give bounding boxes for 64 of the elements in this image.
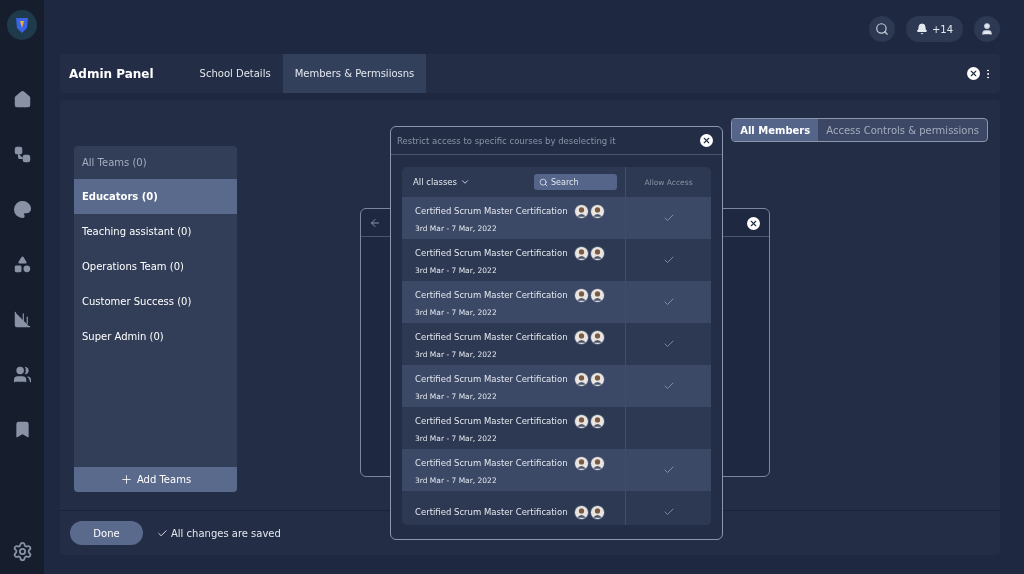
tab[interactable]: School Details: [187, 54, 283, 93]
back-arrow-icon[interactable]: [369, 216, 381, 229]
avatar: [589, 203, 605, 219]
avatar: [589, 371, 605, 387]
check-icon[interactable]: [662, 380, 675, 392]
avatar: [573, 245, 589, 261]
check-icon[interactable]: [662, 506, 675, 518]
course-title: Certified Scrum Master Certification: [415, 507, 568, 517]
plus-icon: [119, 473, 133, 486]
course-title: Certified Scrum Master Certification: [415, 248, 568, 258]
avatar: [573, 371, 589, 387]
toggle-option[interactable]: All Members: [732, 119, 819, 141]
course-title: Certified Scrum Master Certification: [415, 458, 568, 468]
check-icon[interactable]: [662, 296, 675, 308]
avatar: [589, 413, 605, 429]
check-icon[interactable]: [662, 338, 675, 350]
page-title: Admin Panel: [69, 65, 154, 83]
done-button[interactable]: Done: [70, 521, 143, 545]
course-title: Certified Scrum Master Certification: [415, 416, 568, 426]
add-teams-button[interactable]: Add Teams: [74, 467, 237, 492]
avatar: [589, 504, 605, 520]
bell-icon: [915, 23, 928, 35]
teams-header[interactable]: All Teams (0): [74, 146, 237, 179]
settings-icon[interactable]: [11, 540, 33, 562]
team-item[interactable]: Educators (0): [74, 179, 237, 214]
chevron-down-icon: [460, 177, 470, 187]
save-status: All changes are saved: [171, 527, 281, 539]
avatar: [573, 287, 589, 303]
tab[interactable]: Members & Permsiiosns: [282, 54, 427, 93]
team-item[interactable]: Customer Success (0): [74, 284, 237, 319]
close-icon[interactable]: [700, 134, 713, 147]
logo[interactable]: [7, 10, 37, 40]
course-title: Certified Scrum Master Certification: [415, 374, 568, 384]
avatar: [573, 413, 589, 429]
check-icon: [157, 527, 168, 539]
close-icon[interactable]: [747, 217, 760, 230]
avatar: [589, 455, 605, 471]
user-button[interactable]: [974, 16, 1000, 42]
avatar: [573, 504, 589, 520]
avatar: [589, 245, 605, 261]
team-item[interactable]: Super Admin (0): [74, 319, 237, 354]
search-icon: [874, 22, 889, 36]
search-icon: [539, 178, 548, 187]
class-filter[interactable]: All classes: [413, 177, 470, 187]
check-icon[interactable]: [662, 212, 675, 224]
avatar: [573, 455, 589, 471]
search-button[interactable]: [868, 16, 895, 42]
avatar: [589, 287, 605, 303]
close-icon[interactable]: [967, 67, 980, 80]
notifications-button[interactable]: +14: [905, 16, 963, 42]
avatar: [589, 329, 605, 345]
course-title: Certified Scrum Master Certification: [415, 206, 568, 216]
modal-hint: Restrict access to specific courses by deselecting it: [397, 135, 616, 146]
toggle-option[interactable]: Access Controls & permissions: [818, 119, 987, 141]
avatar: [573, 329, 589, 345]
course-title: Certified Scrum Master Certification: [415, 332, 568, 342]
team-item[interactable]: Operations Team (0): [74, 249, 237, 284]
avatar: [573, 203, 589, 219]
team-item[interactable]: Teaching assistant (0): [74, 214, 237, 249]
check-icon[interactable]: [662, 464, 675, 476]
search-field[interactable]: Search: [534, 174, 617, 190]
course-title: Certified Scrum Master Certification: [415, 290, 568, 300]
user-icon: [980, 22, 994, 36]
check-icon[interactable]: [662, 254, 675, 266]
